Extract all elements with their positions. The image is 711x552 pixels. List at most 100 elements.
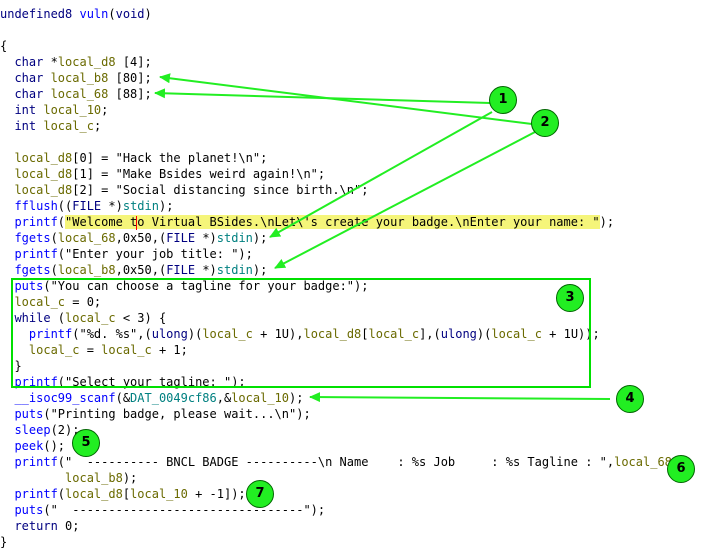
code-line: printf("Welcome to Virtual BSides.\nLet\…	[0, 214, 614, 230]
code-line: local_c = local_c + 1;	[0, 342, 188, 358]
code-line: peek();	[0, 438, 65, 454]
code-token: =	[79, 343, 102, 357]
code-token: *	[50, 55, 58, 69]
code-token[interactable]: local_b8	[51, 71, 109, 85]
code-token[interactable]: local_d8	[65, 487, 123, 501]
code-token[interactable]: local_10	[43, 103, 101, 117]
code-token: );	[289, 391, 304, 405]
code-token[interactable]: local_d8	[0, 183, 72, 197]
code-line: printf("%d. %s",(ulong)(local_c + 1U),lo…	[0, 326, 600, 342]
code-token[interactable]: puts	[0, 279, 43, 293]
code-token: (	[50, 263, 58, 277]
code-line: fflush((FILE *)stdin);	[0, 198, 173, 214]
code-token[interactable]: local_68	[614, 455, 672, 469]
code-token: );	[158, 199, 174, 213]
code-token: )	[144, 7, 152, 21]
code-token[interactable]: puts	[0, 407, 43, 421]
code-token[interactable]: local_c	[491, 327, 542, 341]
code-line: while (local_c < 3) {	[0, 310, 166, 326]
code-token: ;	[101, 103, 109, 117]
code-token: [	[361, 327, 369, 341]
code-token: *)	[195, 231, 217, 245]
code-token[interactable]: local_68	[58, 231, 116, 245]
code-token[interactable]: sleep	[0, 423, 50, 437]
annotation-badge-1: 1	[489, 86, 517, 114]
code-token: FILE	[166, 231, 196, 245]
code-line: puts("Printing badge, please wait...\n")…	[0, 406, 310, 422]
code-token[interactable]: local_d8	[0, 151, 72, 165]
code-token[interactable]: stdin	[217, 231, 253, 245]
code-token[interactable]: local_68	[51, 87, 109, 101]
code-token: (	[57, 487, 66, 501]
code-line: }	[0, 534, 7, 550]
code-line: fgets(local_68,0x50,(FILE *)stdin);	[0, 230, 267, 246]
code-token[interactable]: local_c	[0, 295, 65, 309]
code-token: [4];	[115, 55, 152, 69]
code-token[interactable]: peek	[0, 439, 43, 453]
code-token[interactable]: local_10	[231, 391, 289, 405]
code-token: char	[0, 55, 51, 69]
code-token: *)	[101, 199, 123, 213]
code-token[interactable]: stdin	[217, 263, 253, 277]
code-token[interactable]: stdin	[123, 199, 159, 213]
code-token: FILE	[166, 263, 196, 277]
code-token: + 1U),	[252, 327, 304, 341]
code-token: ("%d. %s",(	[72, 327, 152, 341]
code-line: printf("Enter your job title: ");	[0, 246, 252, 262]
code-token[interactable]: local_c	[101, 343, 152, 357]
code-token[interactable]: local_10	[130, 487, 188, 501]
code-token[interactable]: printf	[0, 215, 57, 229]
code-token[interactable]: puts	[0, 503, 43, 517]
code-token[interactable]: local_d8	[58, 55, 116, 69]
code-line: fgets(local_b8,0x50,(FILE *)stdin);	[0, 262, 267, 278]
code-token: (	[57, 215, 66, 229]
code-line: local_d8[0] = "Hack the planet!\n";	[0, 150, 267, 166]
code-token: < 3) {	[115, 311, 167, 325]
code-token[interactable]: printf	[0, 487, 57, 501]
code-token[interactable]: printf	[0, 327, 72, 341]
code-line: int local_c;	[0, 118, 101, 134]
code-token: (" --------------------------------");	[43, 503, 326, 517]
code-token[interactable]: fgets	[0, 263, 50, 277]
code-token: }	[0, 535, 8, 549]
code-line: int local_10;	[0, 102, 108, 118]
code-token[interactable]: local_c	[369, 327, 420, 341]
code-token: FILE	[72, 199, 102, 213]
code-line: return 0;	[0, 518, 79, 534]
code-token[interactable]: local_d8	[303, 327, 361, 341]
code-token[interactable]: vuln	[79, 7, 108, 21]
code-token[interactable]: local_b8	[0, 471, 123, 485]
code-token: = 0;	[65, 295, 102, 309]
code-token[interactable]: local_c	[0, 343, 80, 357]
code-token: void	[115, 7, 145, 21]
code-token: ],(	[419, 327, 441, 341]
code-token: + 1;	[151, 343, 188, 357]
decompiler-code-view: undefined8 vuln(void){ char *local_d8 [4…	[0, 0, 711, 552]
code-token[interactable]: local_d8	[0, 167, 72, 181]
code-line: local_c = 0;	[0, 294, 101, 310]
code-token[interactable]: local_c	[202, 327, 253, 341]
code-token: ,&	[216, 391, 232, 405]
code-line: char local_b8 [80];	[0, 70, 152, 86]
annotation-badge-5: 5	[72, 429, 100, 457]
code-token: ulong	[440, 327, 477, 341]
code-token: + -1]);	[187, 487, 246, 501]
code-token[interactable]: printf	[0, 247, 57, 261]
code-token[interactable]: DAT_0049cf86	[130, 391, 217, 405]
code-token: [80];	[108, 71, 152, 85]
code-line: printf("Select your tagline: ");	[0, 374, 245, 390]
code-token: int	[0, 103, 44, 117]
code-token: (&	[115, 391, 131, 405]
code-token[interactable]: local_b8	[58, 263, 116, 277]
code-token[interactable]: fgets	[0, 231, 50, 245]
code-token[interactable]: local_c	[43, 119, 94, 133]
code-token[interactable]: fflush	[0, 199, 57, 213]
code-token[interactable]: __isoc99_scanf	[0, 391, 115, 405]
code-line: local_b8);	[0, 470, 137, 486]
code-token[interactable]: printf	[0, 455, 57, 469]
code-token: ;	[93, 119, 102, 133]
code-token[interactable]: local_c	[65, 311, 116, 325]
code-token: [2] = "Social distancing since birth.\n"…	[72, 183, 369, 197]
code-token: o Virtual BSides.\nLet\'s create your ba…	[137, 215, 600, 229]
code-token[interactable]: printf	[0, 375, 57, 389]
